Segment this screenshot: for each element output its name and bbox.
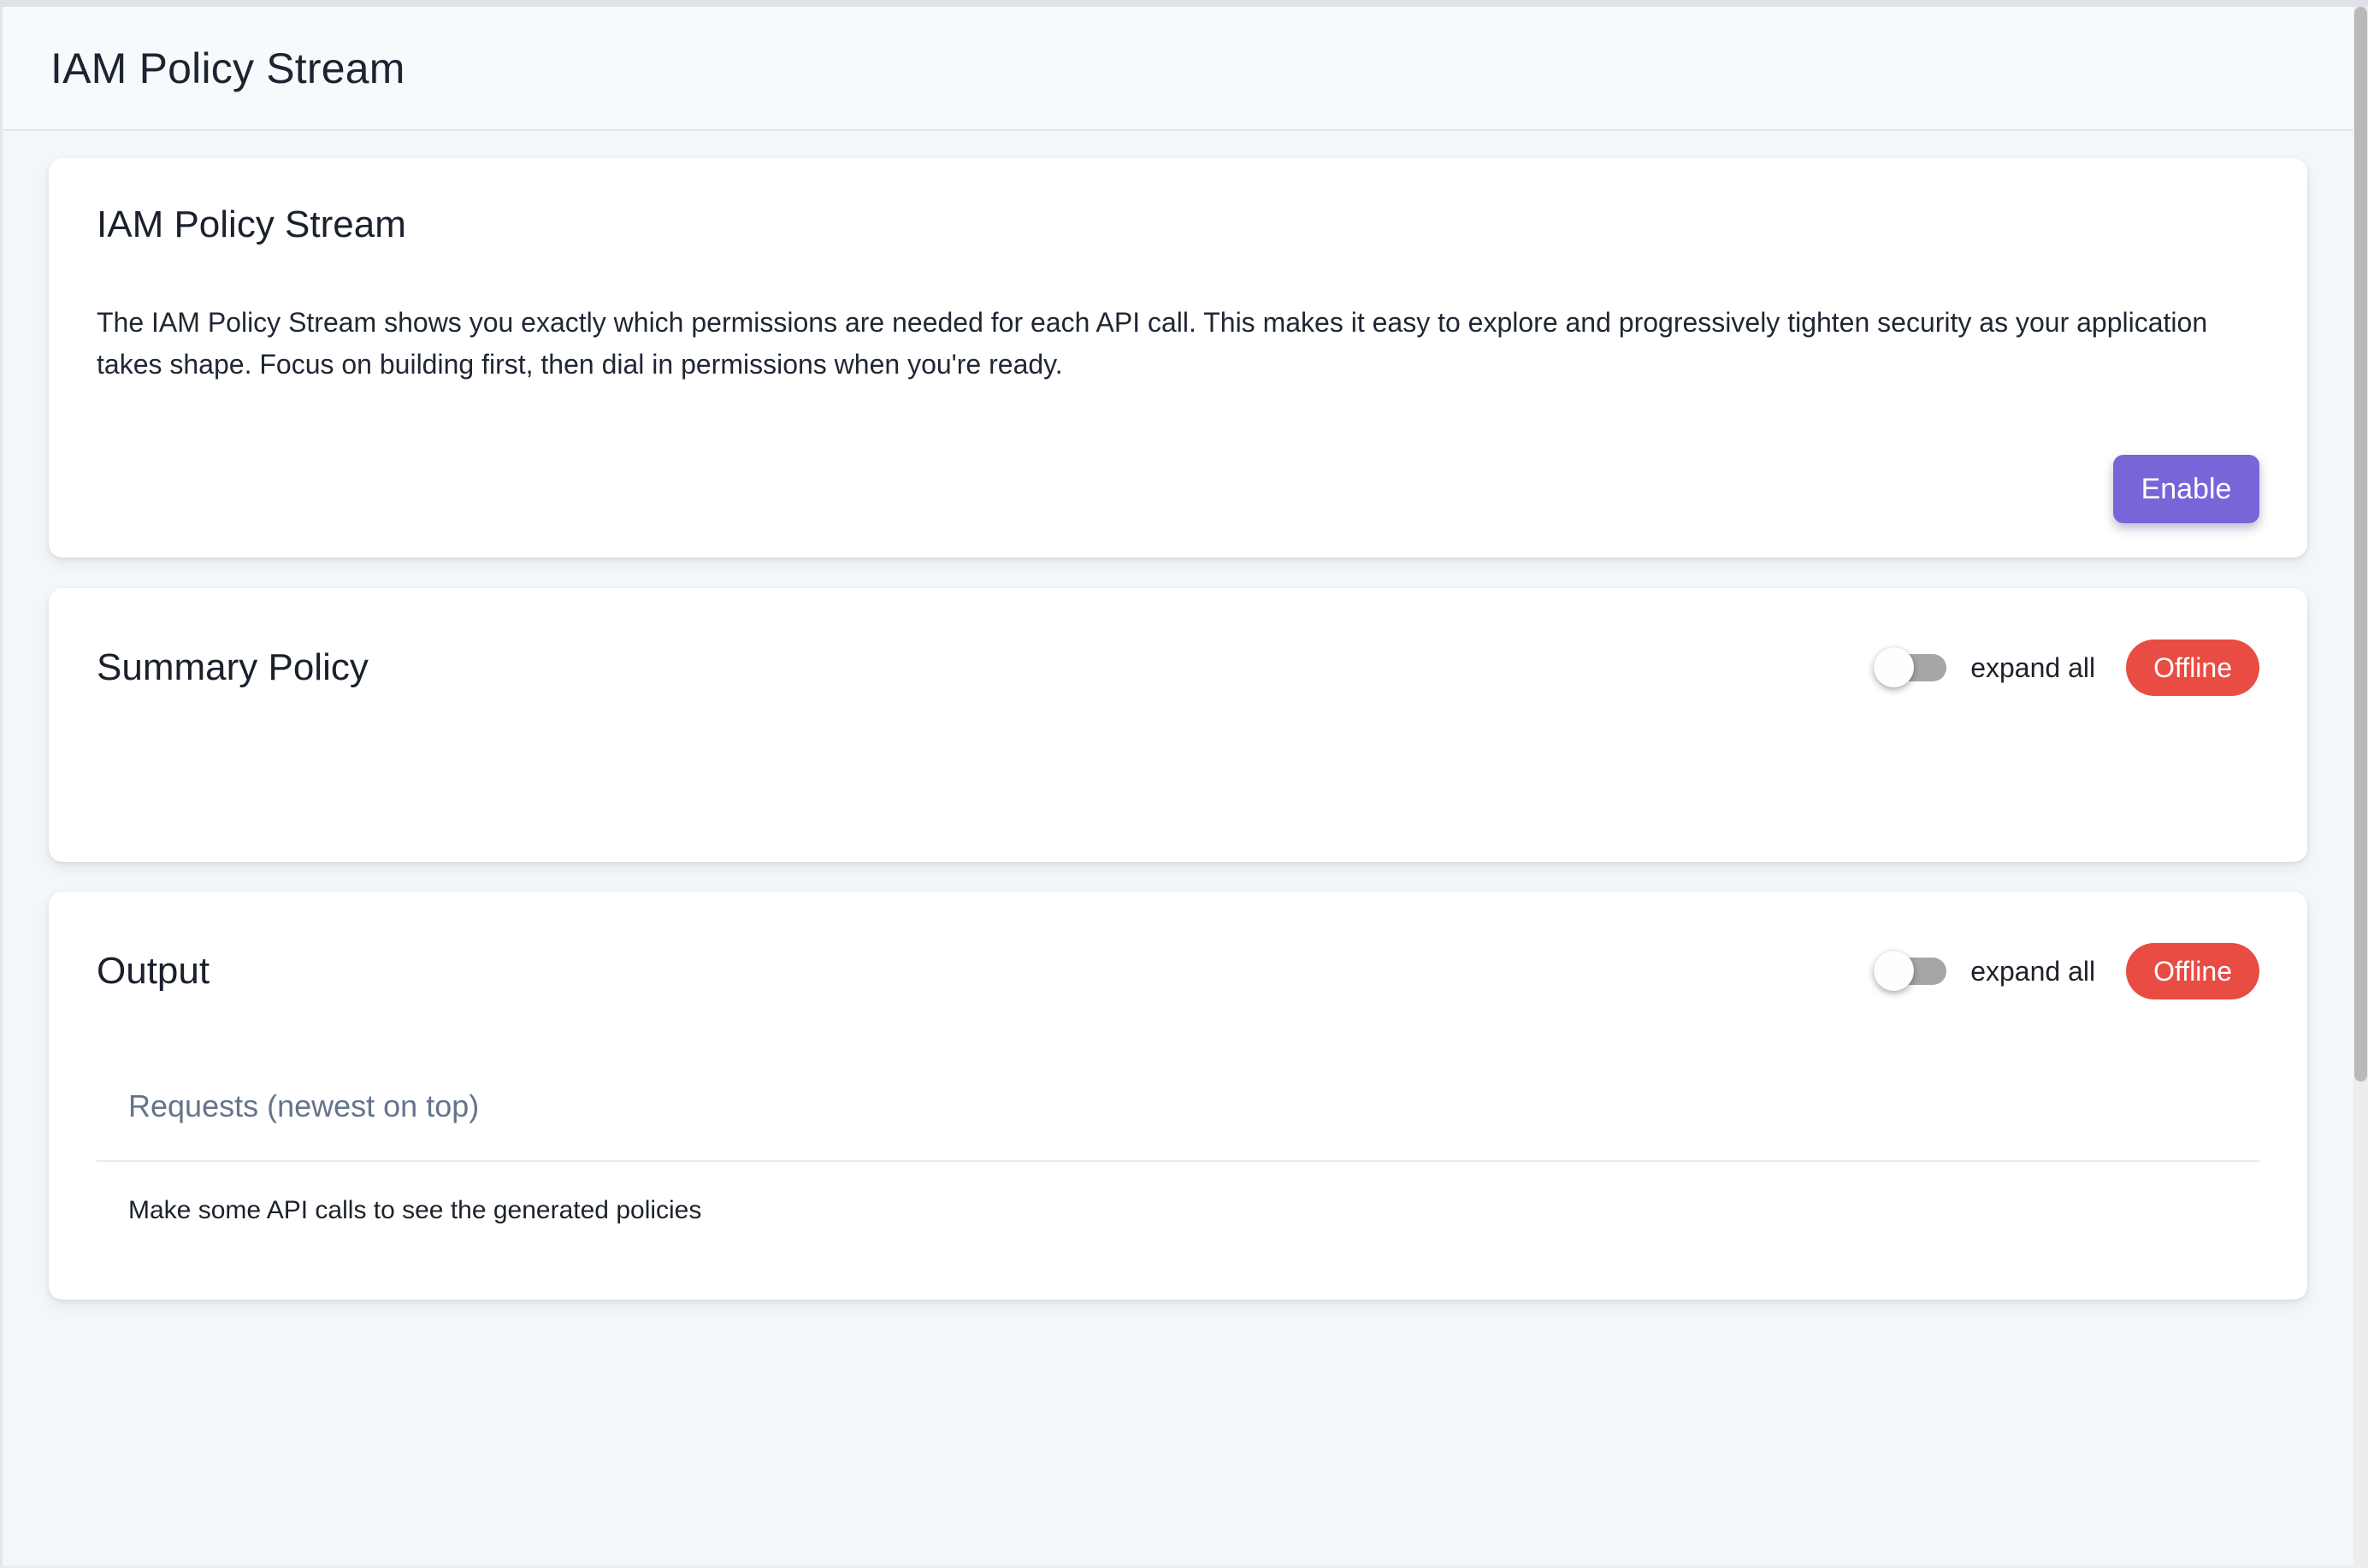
output-status-badge: Offline xyxy=(2126,943,2259,999)
toggle-knob xyxy=(1874,951,1914,991)
requests-empty-message: Make some API calls to see the generated… xyxy=(97,1196,2259,1225)
summary-expand-all-label: expand all xyxy=(1970,652,2095,684)
intro-card-description: The IAM Policy Stream shows you exactly … xyxy=(97,302,2259,386)
page-header: IAM Policy Stream xyxy=(0,7,2368,131)
output-title: Output xyxy=(97,947,210,995)
page-title: IAM Policy Stream xyxy=(50,44,405,93)
intro-card-title: IAM Policy Stream xyxy=(97,201,2259,249)
window-left-edge xyxy=(0,7,3,1568)
summary-policy-title: Summary Policy xyxy=(97,644,369,692)
summary-expand-toggle[interactable] xyxy=(1878,654,1946,681)
toggle-knob xyxy=(1874,647,1914,687)
requests-divider xyxy=(97,1160,2259,1162)
output-expand-all-label: expand all xyxy=(1970,956,2095,987)
window-top-edge xyxy=(0,0,2368,7)
main-content: IAM Policy Stream The IAM Policy Stream … xyxy=(0,133,2368,1568)
output-header-row: Output expand all Offline xyxy=(97,943,2259,999)
vertical-scrollbar-track xyxy=(2353,7,2368,1568)
vertical-scrollbar-thumb[interactable] xyxy=(2354,7,2367,1082)
requests-section-header: Requests (newest on top) xyxy=(97,1088,2259,1124)
output-expand-toggle[interactable] xyxy=(1878,958,1946,985)
summary-policy-controls: expand all Offline xyxy=(1878,640,2259,696)
summary-policy-card: Summary Policy expand all Offline xyxy=(49,588,2307,862)
summary-status-badge: Offline xyxy=(2126,640,2259,696)
output-controls: expand all Offline xyxy=(1878,943,2259,999)
intro-card: IAM Policy Stream The IAM Policy Stream … xyxy=(49,158,2307,557)
requests-section: Requests (newest on top) Make some API c… xyxy=(97,1088,2259,1225)
output-card: Output expand all Offline Requests (newe… xyxy=(49,892,2307,1300)
enable-button[interactable]: Enable xyxy=(2113,455,2259,523)
summary-policy-header-row: Summary Policy expand all Offline xyxy=(97,640,2259,696)
